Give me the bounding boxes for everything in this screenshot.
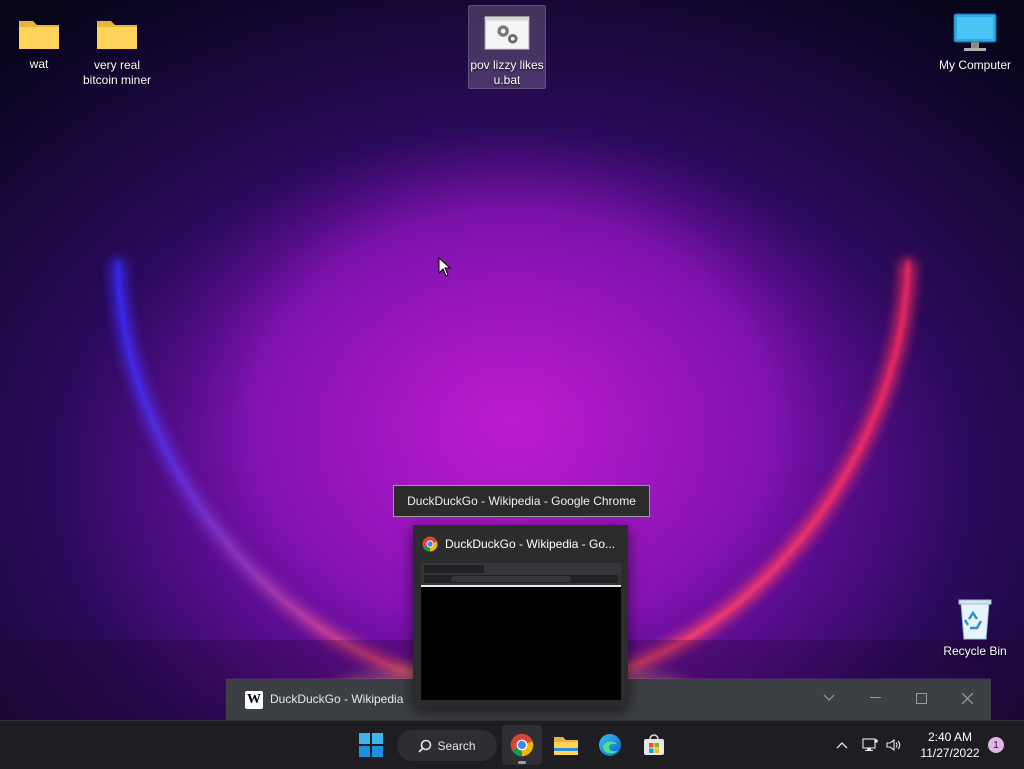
taskbar-tooltip: DuckDuckGo - Wikipedia - Google Chrome [393, 485, 650, 517]
folder-icon [16, 12, 62, 53]
desktop-icon-label: pov lizzy likes u.bat [470, 58, 544, 87]
monitor-icon [952, 12, 998, 54]
taskbar-store-button[interactable] [634, 725, 674, 765]
network-icon [862, 738, 878, 751]
desktop-icon-my-computer[interactable]: My Computer [936, 6, 1014, 76]
taskbar-file-explorer-button[interactable] [546, 725, 586, 765]
desktop-icon-bat-file[interactable]: pov lizzy likes u.bat [468, 5, 546, 89]
taskbar-chrome-button[interactable] [502, 725, 542, 765]
mouse-cursor-icon [438, 257, 452, 277]
desktop-icon-label: wat [29, 57, 49, 71]
search-button[interactable]: Search [397, 730, 497, 761]
show-hidden-icons-button[interactable] [834, 733, 850, 757]
start-button[interactable] [351, 725, 391, 765]
running-indicator [518, 761, 526, 764]
start-icon [359, 733, 383, 757]
taskbar: Search 2:40 AM 11/27/2022 1 [0, 720, 1024, 769]
clock[interactable]: 2:40 AM 11/27/2022 [910, 729, 990, 761]
chevron-up-icon [836, 742, 848, 749]
speaker-icon [886, 738, 901, 752]
taskbar-edge-button[interactable] [590, 725, 630, 765]
file-explorer-icon [554, 737, 578, 755]
network-tray-button[interactable] [861, 733, 879, 757]
edge-icon [599, 734, 621, 756]
chrome-icon [510, 733, 534, 757]
preview-thumbnail [421, 563, 621, 700]
minimize-button[interactable] [860, 685, 890, 711]
desktop-icon-bitcoin-miner[interactable]: very real bitcoin miner [78, 6, 156, 88]
taskbar-thumbnail-preview[interactable]: DuckDuckGo - Wikipedia - Go... [413, 525, 628, 707]
window-title: DuckDuckGo - Wikipedia [270, 692, 404, 706]
desktop-icon-label: My Computer [938, 58, 1012, 72]
wikipedia-icon: W [245, 691, 263, 709]
search-label: Search [437, 738, 476, 753]
chrome-icon [422, 536, 438, 552]
folder-icon [94, 12, 140, 54]
desktop-icon-label: very real bitcoin miner [82, 58, 152, 87]
volume-tray-button[interactable] [885, 733, 903, 757]
maximize-button[interactable] [906, 685, 936, 711]
preview-title: DuckDuckGo - Wikipedia - Go... [445, 537, 616, 551]
close-button[interactable] [952, 685, 982, 711]
batch-file-icon [484, 12, 530, 54]
notification-badge[interactable]: 1 [988, 737, 1004, 753]
tooltip-text: DuckDuckGo - Wikipedia - Google Chrome [407, 494, 636, 508]
chevron-down-icon[interactable] [814, 685, 844, 711]
desktop-icon-label: Recycle Bin [943, 644, 1007, 658]
desktop-icon-recycle-bin[interactable]: Recycle Bin [936, 592, 1014, 662]
recycle-bin-icon [952, 598, 998, 640]
desktop-icon-wat[interactable]: wat [0, 6, 78, 72]
search-icon [418, 739, 432, 753]
clock-time: 2:40 AM [927, 730, 973, 744]
store-icon [644, 734, 664, 755]
clock-date: 11/27/2022 [920, 746, 980, 760]
